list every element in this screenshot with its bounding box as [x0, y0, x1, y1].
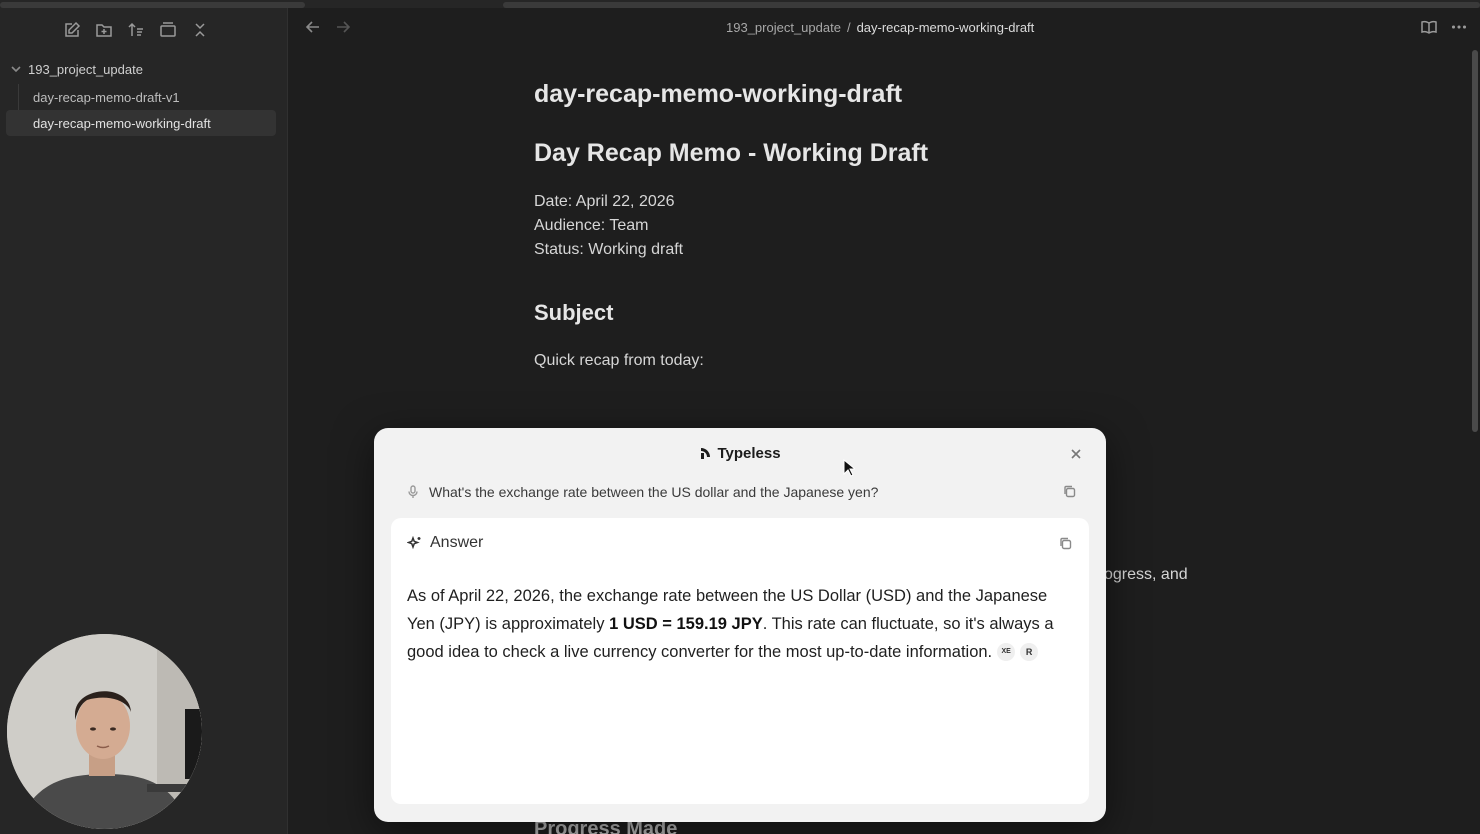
- window-top-strip: [0, 0, 1480, 8]
- file-item-working-draft[interactable]: day-recap-memo-working-draft: [6, 110, 276, 136]
- answer-card: Answer As of April 22, 2026, the exchang…: [391, 518, 1089, 804]
- breadcrumb-separator: /: [846, 20, 851, 35]
- meta-date: Date: April 22, 2026: [534, 193, 675, 210]
- inline-title[interactable]: day-recap-memo-working-draft: [534, 80, 1234, 112]
- navigation-buttons: [304, 18, 352, 41]
- forward-arrow-icon[interactable]: [334, 18, 352, 41]
- presenter-video-image: [7, 634, 202, 829]
- sparkle-icon: [407, 535, 421, 549]
- intro-text: Quick recap from today:: [534, 352, 704, 369]
- note-editor[interactable]: day-recap-memo-working-draft Day Recap M…: [534, 80, 1234, 370]
- folder-children: day-recap-memo-draft-v1 day-recap-memo-w…: [6, 84, 288, 136]
- close-icon[interactable]: [1070, 447, 1084, 461]
- memo-metadata: Date: April 22, 2026 Audience: Team Stat…: [534, 190, 1234, 262]
- view-actions: [1420, 18, 1468, 41]
- close-all-icon[interactable]: [190, 20, 210, 40]
- mouse-pointer-icon: [843, 458, 857, 477]
- webcam-overlay: [7, 634, 202, 829]
- query-text: What's the exchange rate between the US …: [429, 484, 879, 500]
- reading-view-icon[interactable]: [1420, 18, 1438, 41]
- tree-folder-193-project-update[interactable]: 193_project_update: [0, 58, 288, 80]
- answer-rate-highlight: 1 USD = 159.19 JPY: [609, 615, 763, 633]
- document-heading: Day Recap Memo - Working Draft: [534, 139, 929, 167]
- back-arrow-icon[interactable]: [304, 18, 322, 41]
- answer-text: As of April 22, 2026, the exchange rate …: [407, 582, 1077, 666]
- collapse-icon[interactable]: [158, 20, 178, 40]
- file-label: day-recap-memo-draft-v1: [33, 89, 180, 105]
- answer-header: Answer: [407, 534, 483, 552]
- more-options-icon[interactable]: [1450, 18, 1468, 41]
- source-badge-xe[interactable]: XE: [997, 642, 1016, 661]
- file-item-draft-v1[interactable]: day-recap-memo-draft-v1: [6, 84, 276, 110]
- typeless-logo-icon: [701, 448, 711, 459]
- new-folder-icon[interactable]: [94, 20, 114, 40]
- breadcrumb: 193_project_update / day-recap-memo-work…: [726, 20, 1034, 35]
- breadcrumb-current[interactable]: day-recap-memo-working-draft: [857, 20, 1035, 35]
- new-note-icon[interactable]: [62, 20, 82, 40]
- source-badge-r[interactable]: R: [1020, 642, 1039, 661]
- meta-audience: Audience: Team: [534, 217, 649, 234]
- copy-answer-icon[interactable]: [1059, 537, 1072, 555]
- dialog-title-text: Typeless: [717, 445, 781, 462]
- meta-status: Status: Working draft: [534, 241, 684, 258]
- obscured-paragraph-text: ogress, and: [1104, 566, 1188, 583]
- editor-scrollbar[interactable]: [1472, 50, 1478, 432]
- typeless-dialog: Typeless What's the exchange rate betwee…: [374, 428, 1106, 822]
- sort-icon[interactable]: [126, 20, 146, 40]
- chevron-down-icon: [10, 63, 24, 75]
- answer-label: Answer: [430, 534, 484, 551]
- sidebar-toolbar: [62, 20, 210, 40]
- file-label: day-recap-memo-working-draft: [33, 115, 211, 131]
- breadcrumb-parent[interactable]: 193_project_update: [726, 20, 841, 35]
- copy-query-icon[interactable]: [1063, 485, 1076, 501]
- voice-query: What's the exchange rate between the US …: [407, 483, 1076, 501]
- subject-heading: Subject: [534, 300, 614, 325]
- tab-strip-segment: [503, 2, 1480, 8]
- folder-label: 193_project_update: [28, 61, 143, 77]
- file-tree: 193_project_update day-recap-memo-draft-…: [0, 58, 288, 136]
- dialog-title: Typeless: [374, 445, 1106, 462]
- microphone-icon: [407, 485, 421, 499]
